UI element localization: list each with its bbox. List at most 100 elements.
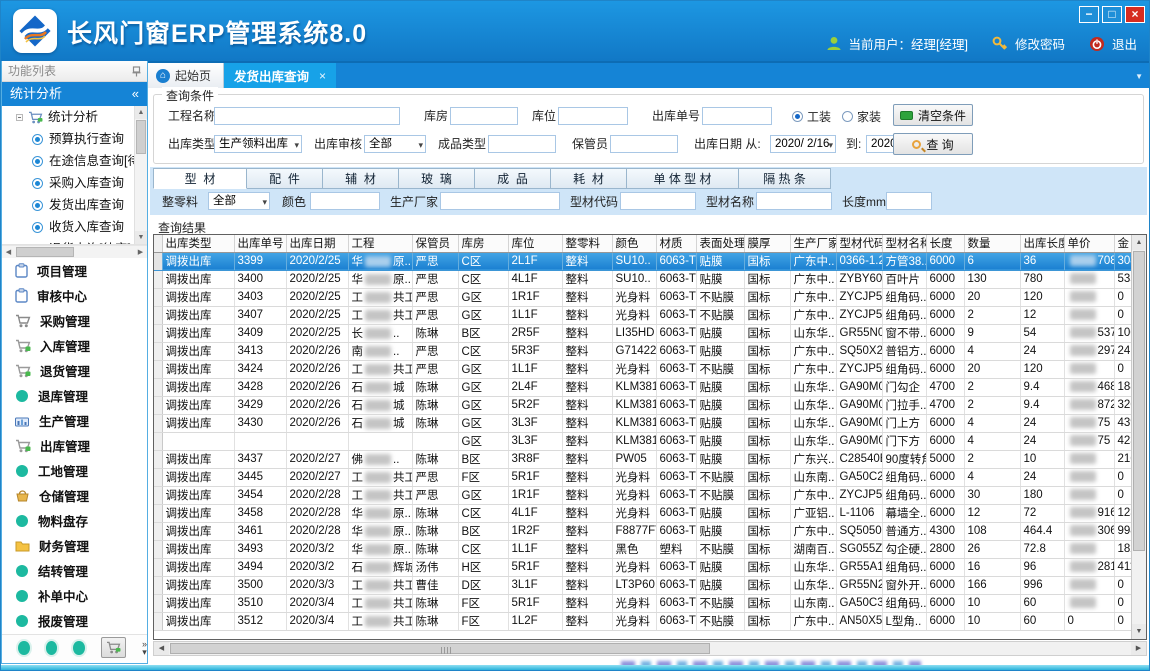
clear-conditions-button[interactable]: 清空条件 xyxy=(893,104,973,126)
sidebar-module-item[interactable]: 生产管理 xyxy=(2,408,147,433)
column-header[interactable]: 出库类型 xyxy=(162,235,234,252)
table-row[interactable]: 调拨出库34072020/2/25工共工程严思G区1L1F整料光身料6063-T… xyxy=(154,306,1140,324)
table-row[interactable]: G区3L3F整料KLM38176063-T5贴膜国标山东华..GA90M09..… xyxy=(154,432,1140,450)
module-dot-icon[interactable] xyxy=(46,641,58,655)
sidebar-module-item[interactable]: 补单中心 xyxy=(2,583,147,608)
module-dot-icon[interactable] xyxy=(18,641,30,655)
logout-link[interactable]: 退出 xyxy=(1112,34,1137,53)
material-tab[interactable]: 成 品 xyxy=(475,168,551,189)
part-select[interactable]: 全部 xyxy=(208,192,270,210)
column-header[interactable]: 库位 xyxy=(508,235,562,252)
sidebar-module-item[interactable]: 报废管理 xyxy=(2,608,147,633)
tree-vertical-scrollbar[interactable]: ▲ ▼ xyxy=(134,106,147,244)
table-row[interactable]: 调拨出库34612020/2/28华原..陈琳B区1R2F整料F8877FT60… xyxy=(154,522,1140,540)
footer-overflow-icon[interactable]: »▾ xyxy=(142,640,147,656)
scroll-right-icon[interactable]: ▶ xyxy=(1131,642,1146,655)
table-row[interactable]: 调拨出库34932020/3/2华原..陈琳C区1L1F整料黑色塑料不贴膜国标湖… xyxy=(154,540,1140,558)
tab-shipping-query[interactable]: 发货出库查询 × xyxy=(224,63,336,88)
table-row[interactable]: 调拨出库33992020/2/25华原..严思C区2L1F整料SU10..606… xyxy=(154,252,1140,270)
column-header[interactable]: 出库日期 xyxy=(286,235,348,252)
table-row[interactable]: 调拨出库34032020/2/25工共工程严思G区1R1F整料光身料6063-T… xyxy=(154,288,1140,306)
table-row[interactable]: 调拨出库34282020/2/26石城陈琳G区2L4F整料KLM38176063… xyxy=(154,378,1140,396)
scroll-down-icon[interactable]: ▼ xyxy=(1132,624,1146,639)
order-no-input[interactable] xyxy=(702,107,772,125)
radio-industrial[interactable]: 工装 xyxy=(792,108,831,125)
change-password-link[interactable]: 修改密码 xyxy=(1015,34,1065,53)
scroll-right-icon[interactable]: ▶ xyxy=(134,248,147,256)
close-button[interactable]: × xyxy=(1125,6,1145,23)
tab-overflow-icon[interactable]: ▼ xyxy=(1135,72,1143,81)
sidebar-module-item[interactable]: 物料盘存 xyxy=(2,508,147,533)
grid-vscroll-thumb[interactable] xyxy=(1133,251,1145,551)
tree-item[interactable]: 预算执行查询 xyxy=(2,128,134,150)
collapse-icon[interactable]: « xyxy=(132,82,139,106)
table-row[interactable]: 调拨出库34132020/2/26南..严思C区5R3F整料G714226063… xyxy=(154,342,1140,360)
tree-horizontal-scrollbar[interactable]: ◀ ▶ xyxy=(2,245,147,258)
tree-item[interactable]: 收货入库查询 xyxy=(2,216,134,238)
column-header[interactable]: 颜色 xyxy=(612,235,656,252)
material-tab[interactable]: 型 材 xyxy=(153,168,247,189)
out-type-select[interactable]: 生产领料出库 xyxy=(214,135,302,153)
warehouse-input[interactable] xyxy=(450,107,518,125)
column-header[interactable]: 保管员 xyxy=(412,235,458,252)
material-tab[interactable]: 耗 材 xyxy=(551,168,627,189)
table-row[interactable]: 调拨出库34302020/2/26石城陈琳G区3L3F整料KLM38176063… xyxy=(154,414,1140,432)
radio-home[interactable]: 家装 xyxy=(842,108,881,125)
grid-vertical-scrollbar[interactable]: ▲ ▼ xyxy=(1131,235,1146,639)
column-header[interactable]: 工程 xyxy=(348,235,412,252)
sidebar-module-item[interactable]: 财务管理 xyxy=(2,533,147,558)
tree-item[interactable]: 采购入库查询 xyxy=(2,172,134,194)
table-row[interactable]: 调拨出库34582020/2/28华原..陈琳C区4L1F整料光身料6063-T… xyxy=(154,504,1140,522)
tree-item[interactable]: 退货查询[待定] xyxy=(2,238,134,244)
minimize-button[interactable]: − xyxy=(1079,6,1099,23)
sidebar-module-item[interactable]: 入库管理 xyxy=(2,333,147,358)
column-header[interactable]: 生产厂家 xyxy=(790,235,836,252)
tree-item[interactable]: 在途信息查询[待 xyxy=(2,150,134,172)
table-row[interactable]: 调拨出库35002020/3/3工共工程曹佳D区3L1F整料LT3P606063… xyxy=(154,576,1140,594)
table-row[interactable]: 调拨出库34242020/2/26工共工程严思G区1L1F整料光身料6063-T… xyxy=(154,360,1140,378)
tree-item[interactable]: 发货出库查询 xyxy=(2,194,134,216)
sidebar-module-item[interactable]: 审核中心 xyxy=(2,283,147,308)
scroll-left-icon[interactable]: ◀ xyxy=(154,642,169,655)
sidebar-module-item[interactable]: 仓储管理 xyxy=(2,483,147,508)
sidebar-module-item[interactable]: 退库管理 xyxy=(2,383,147,408)
date-from-picker[interactable]: 2020/ 2/16 xyxy=(770,135,836,153)
column-header[interactable]: 出库长度 xyxy=(1020,235,1064,252)
length-input[interactable] xyxy=(886,192,932,210)
column-header[interactable]: 出库单号 xyxy=(234,235,286,252)
table-row[interactable]: 调拨出库34542020/2/28工共工程严思G区1R1F整料光身料6063-T… xyxy=(154,486,1140,504)
sidebar-module-item[interactable]: 退货管理 xyxy=(2,358,147,383)
table-row[interactable]: 调拨出库34002020/2/25华原..严思C区4L1F整料SU10..606… xyxy=(154,270,1140,288)
maximize-button[interactable]: □ xyxy=(1102,6,1122,23)
material-tab[interactable]: 隔 热 条 xyxy=(739,168,831,189)
tree-hscroll-thumb[interactable] xyxy=(16,247,74,257)
module-cart-button[interactable] xyxy=(101,637,126,658)
sidebar-module-item[interactable]: 项目管理 xyxy=(2,258,147,283)
project-name-input[interactable] xyxy=(214,107,400,125)
stats-section-header[interactable]: 统计分析 « xyxy=(2,82,147,106)
tab-close-icon[interactable]: × xyxy=(319,69,326,83)
column-header[interactable]: 整零料 xyxy=(562,235,612,252)
table-row[interactable]: 调拨出库35102020/3/4工共工程陈琳F区5R1F整料光身料6063-T5… xyxy=(154,594,1140,612)
search-button[interactable]: 查 询 xyxy=(893,133,973,155)
column-header[interactable]: 表面处理 xyxy=(696,235,744,252)
column-header[interactable]: 库房 xyxy=(458,235,508,252)
grid-hscroll-thumb[interactable] xyxy=(170,643,710,654)
color-input[interactable] xyxy=(310,192,380,210)
sidebar-module-item[interactable]: 工地管理 xyxy=(2,458,147,483)
table-row[interactable]: 调拨出库34942020/3/2石辉城汤伟H区5R1F整料光身料6063-T5贴… xyxy=(154,558,1140,576)
column-header[interactable]: 长度 xyxy=(926,235,964,252)
column-header[interactable]: 膜厚 xyxy=(744,235,790,252)
material-tab[interactable]: 辅 材 xyxy=(323,168,399,189)
table-row[interactable]: 调拨出库34452020/2/27工共工程严思F区5R1F整料光身料6063-T… xyxy=(154,468,1140,486)
tab-home[interactable]: ⌂ 起始页 xyxy=(148,63,224,88)
column-header[interactable]: 单价 xyxy=(1064,235,1114,252)
column-header[interactable]: 数量 xyxy=(964,235,1020,252)
sidebar-module-item[interactable]: 结转管理 xyxy=(2,558,147,583)
material-tab[interactable]: 配 件 xyxy=(247,168,323,189)
table-row[interactable]: 调拨出库35122020/3/4工共工程陈琳F区1L2F整料光身料6063-T5… xyxy=(154,612,1140,630)
sidebar-module-item[interactable]: 出库管理 xyxy=(2,433,147,458)
column-header[interactable]: 型材代码 xyxy=(836,235,882,252)
scroll-down-icon[interactable]: ▼ xyxy=(135,231,147,244)
material-tab[interactable]: 玻 璃 xyxy=(399,168,475,189)
